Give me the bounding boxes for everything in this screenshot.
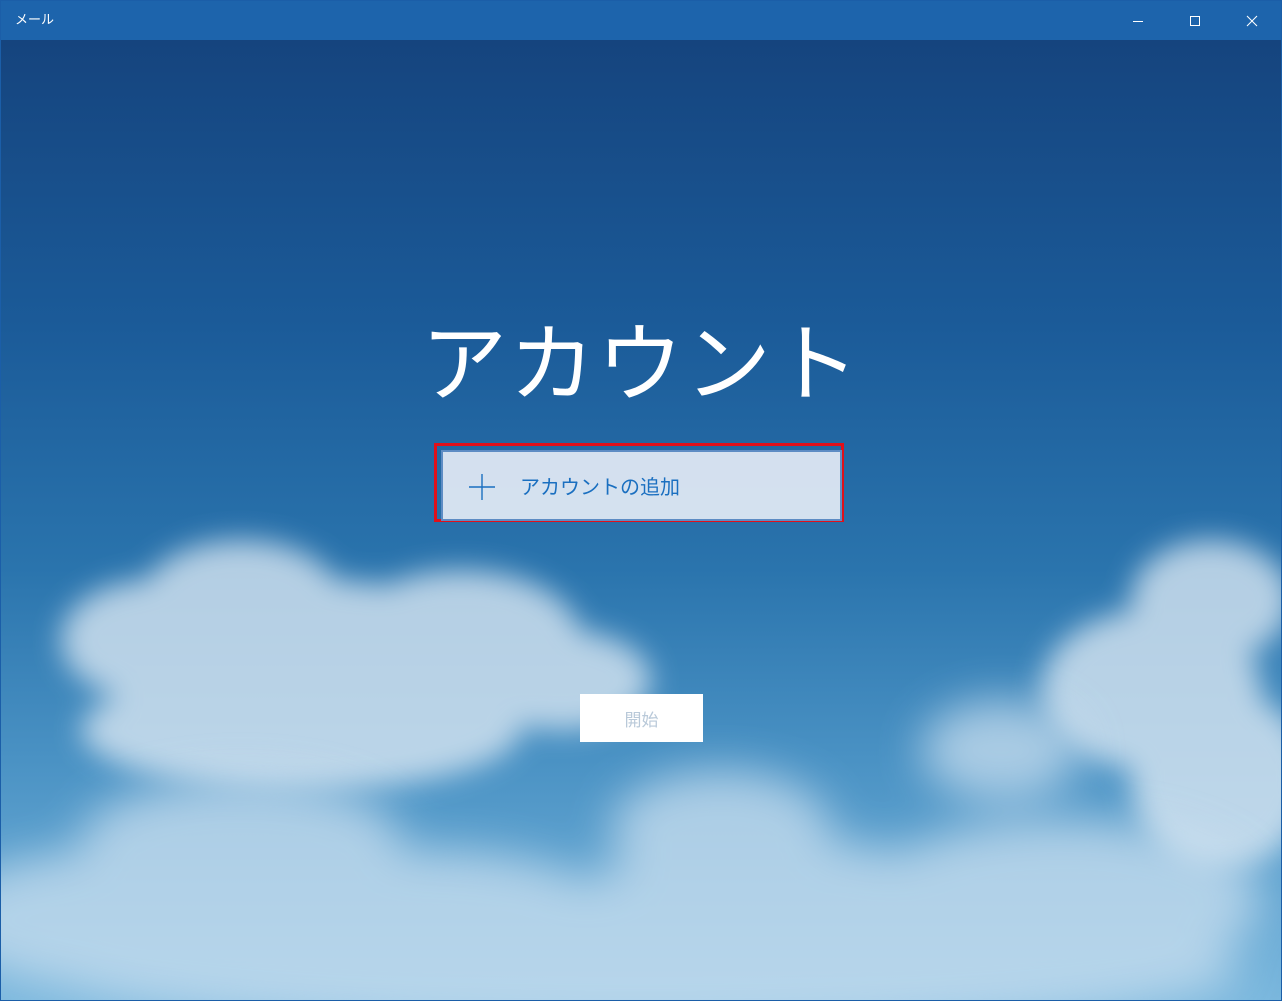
- close-button[interactable]: [1223, 1, 1280, 40]
- maximize-button[interactable]: [1166, 1, 1223, 40]
- plus-icon: [469, 474, 495, 500]
- title-bar[interactable]: メール: [1, 1, 1281, 40]
- account-setup-page: アカウント アカウントの追加 開始: [1, 40, 1281, 1000]
- minimize-icon: [1132, 20, 1143, 22]
- mail-app-window: メール アカウント アカウントの追加 開始: [0, 0, 1282, 1001]
- add-account-label: アカウントの追加: [520, 475, 680, 499]
- close-icon: [1246, 15, 1257, 26]
- minimize-button[interactable]: [1109, 1, 1166, 40]
- add-account-button[interactable]: アカウントの追加: [441, 450, 842, 521]
- maximize-icon: [1189, 15, 1200, 26]
- page-title: アカウント: [421, 315, 861, 415]
- app-title: メール: [15, 13, 55, 28]
- start-button[interactable]: 開始: [580, 694, 703, 742]
